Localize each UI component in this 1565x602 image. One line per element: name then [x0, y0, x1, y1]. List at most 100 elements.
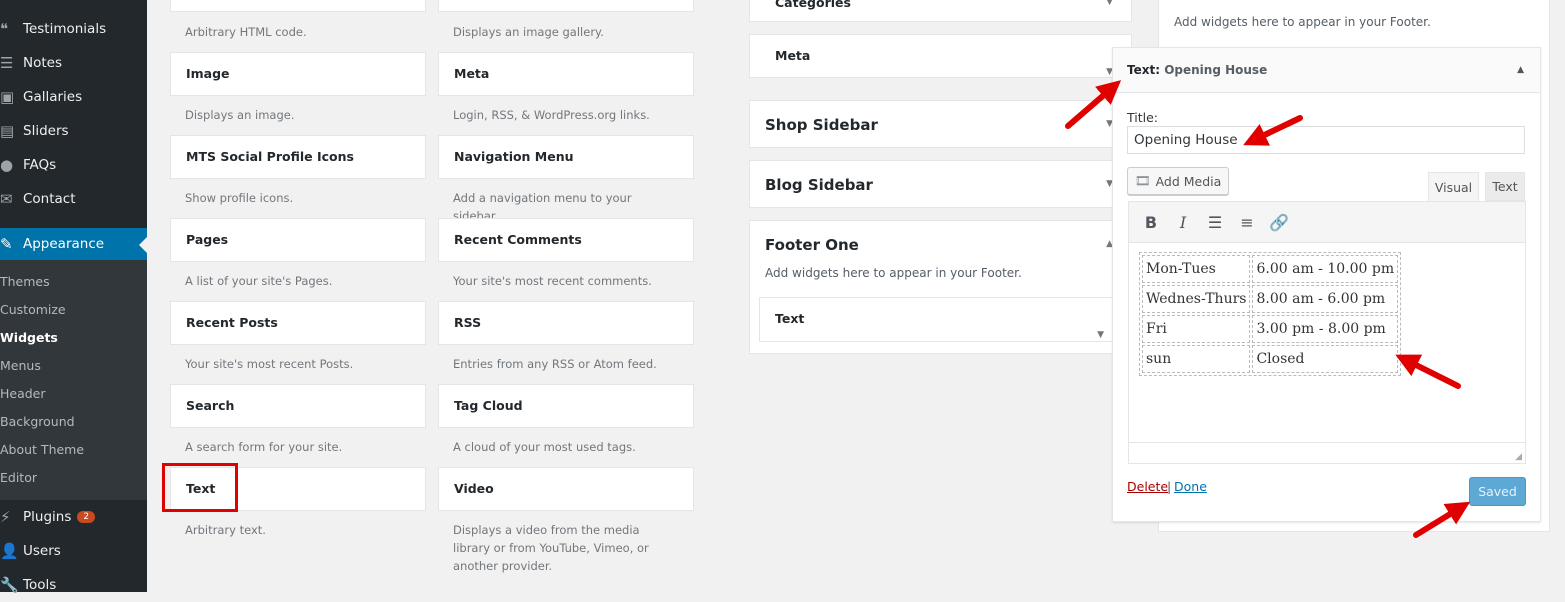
widget-rss[interactable]: RSS: [438, 301, 694, 345]
submenu-editor[interactable]: Editor: [0, 464, 37, 492]
menu-label: Tools: [23, 577, 57, 593]
chevron-down-icon[interactable]: ▼: [1106, 0, 1113, 7]
widget-description: A search form for your site.: [185, 440, 343, 454]
widget-instance-title: Opening House: [1164, 63, 1268, 77]
numbered-list-icon[interactable]: ≡: [1233, 208, 1261, 236]
menu-label: Testimonials: [23, 21, 107, 37]
sidebar-title: Shop Sidebar: [765, 116, 878, 134]
widget-description: Displays a video from the media library …: [453, 523, 649, 573]
submenu-widgets[interactable]: Widgets: [0, 324, 58, 352]
title-label: Title:: [1127, 110, 1158, 125]
menu-testimonials[interactable]: ❝ Testimonials: [0, 12, 147, 46]
widget-custom-html[interactable]: [170, 0, 426, 12]
title-input[interactable]: Opening House: [1127, 126, 1525, 154]
testimonials-icon: ❝: [0, 20, 9, 38]
menu-label: Plugins: [23, 509, 72, 525]
resize-handle-icon[interactable]: ◢: [1515, 452, 1522, 462]
widget-text[interactable]: Text ▼: [759, 297, 1123, 342]
submenu-header[interactable]: Header: [0, 380, 46, 408]
menu-faqs[interactable]: ● FAQs: [0, 148, 147, 182]
bulleted-list-icon[interactable]: ☰: [1201, 208, 1229, 236]
menu-label: FAQs: [23, 157, 57, 173]
menu-label: Gallaries: [23, 89, 83, 105]
submenu-customize[interactable]: Customize: [0, 296, 66, 324]
menu-label: Sliders: [23, 123, 69, 139]
widget-gallery[interactable]: [438, 0, 694, 12]
widget-title: Meta: [775, 48, 811, 63]
widget-description: Displays an image.: [185, 108, 295, 122]
widget-type: Text:: [1127, 63, 1161, 77]
table-cell: sun: [1142, 345, 1251, 373]
separator: |: [1167, 479, 1172, 494]
menu-contact[interactable]: ✉ Contact: [0, 182, 147, 216]
sidebar-title[interactable]: Footer One: [750, 221, 1131, 269]
paintbrush-icon: ✎: [0, 235, 13, 253]
button-label: Add Media: [1155, 173, 1222, 189]
admin-sidebar: ❝ Testimonials ☰ Notes ▣ Gallaries ▤ Sliders…: [0, 0, 147, 594]
widget-description: Login, RSS, & WordPress.org links.: [453, 108, 650, 122]
menu-users[interactable]: 👤 Users: [0, 534, 147, 568]
mail-icon: ✉: [0, 190, 13, 208]
submenu-background[interactable]: Background: [0, 408, 75, 436]
widget-description: Arbitrary text.: [185, 523, 266, 537]
menu-notes[interactable]: ☰ Notes: [0, 46, 147, 80]
table-cell: Wednes-Thurs: [1142, 285, 1251, 313]
delete-link[interactable]: Delete: [1127, 479, 1168, 494]
users-icon: 👤: [0, 542, 19, 560]
table-cell: 6.00 am - 10.00 pm: [1252, 255, 1399, 283]
wrench-icon: 🔧: [0, 576, 19, 594]
editor-content[interactable]: Mon-Tues 6.00 am - 10.00 pm Wednes-Thurs 8…: [1128, 242, 1526, 464]
faq-icon: ●: [0, 156, 14, 174]
menu-label: Contact: [23, 191, 76, 207]
menu-sliders[interactable]: ▤ Sliders: [0, 114, 147, 148]
highlight-box: [162, 463, 238, 512]
widget-header[interactable]: Text: Opening House ▲: [1113, 48, 1540, 93]
editor-toolbar: B I ☰ ≡ 🔗: [1128, 201, 1526, 243]
update-count-badge: 2: [77, 511, 96, 523]
table-row: sun Closed: [1142, 345, 1399, 373]
widget-search[interactable]: Search: [170, 384, 426, 428]
widget-navigation-menu[interactable]: Navigation Menu: [438, 135, 694, 179]
submenu-menus[interactable]: Menus: [0, 352, 41, 380]
bold-icon[interactable]: B: [1137, 208, 1165, 236]
gallery-icon: ▣: [0, 88, 15, 106]
submenu-themes[interactable]: Themes: [0, 268, 50, 296]
widget-description: Displays an image gallery.: [453, 25, 604, 39]
widget-tag-cloud[interactable]: Tag Cloud: [438, 384, 694, 428]
chevron-up-icon[interactable]: ▲: [1517, 48, 1524, 93]
widget-description: Entries from any RSS or Atom feed.: [453, 357, 657, 371]
widget-pages[interactable]: Pages: [170, 218, 426, 262]
widget-description: Arbitrary HTML code.: [185, 25, 307, 39]
sidebar-shop[interactable]: Shop Sidebar ▼: [749, 100, 1132, 148]
menu-plugins[interactable]: ⚡ Plugins 2: [0, 500, 147, 534]
widget-image[interactable]: Image: [170, 52, 426, 96]
widget-categories[interactable]: Categories ▼: [749, 0, 1132, 22]
menu-gallaries[interactable]: ▣ Gallaries: [0, 80, 147, 114]
widget-description: A list of your site's Pages.: [185, 274, 333, 288]
chevron-down-icon[interactable]: ▼: [1097, 314, 1104, 356]
table-row: Fri 3.00 pm - 8.00 pm: [1142, 315, 1399, 343]
tab-visual[interactable]: Visual: [1428, 172, 1479, 202]
table-cell: Fri: [1142, 315, 1251, 343]
sidebar-blog[interactable]: Blog Sidebar ▼: [749, 160, 1132, 208]
widget-video[interactable]: Video: [438, 467, 694, 511]
tab-text[interactable]: Text: [1485, 172, 1525, 201]
media-icon: 🎞: [1134, 173, 1151, 188]
menu-appearance[interactable]: ✎ Appearance: [0, 228, 147, 260]
done-link[interactable]: Done: [1174, 479, 1207, 494]
saved-button[interactable]: Saved: [1469, 477, 1526, 506]
widget-recent-posts[interactable]: Recent Posts: [170, 301, 426, 345]
widget-meta[interactable]: Meta ▼: [749, 34, 1132, 78]
italic-icon[interactable]: I: [1169, 208, 1197, 236]
menu-label: Users: [23, 543, 61, 559]
menu-tools[interactable]: 🔧 Tools: [0, 568, 147, 602]
submenu-about-theme[interactable]: About Theme: [0, 436, 84, 464]
widget-recent-comments[interactable]: Recent Comments: [438, 218, 694, 262]
sidebar-description: Add widgets here to appear in your Foote…: [1174, 15, 1431, 29]
sliders-icon: ▤: [0, 122, 15, 140]
menu-label: Appearance: [23, 236, 105, 252]
link-icon[interactable]: 🔗: [1265, 208, 1293, 236]
add-media-button[interactable]: 🎞 Add Media: [1127, 167, 1229, 195]
widget-meta[interactable]: Meta: [438, 52, 694, 96]
widget-mts-social-profile-icons[interactable]: MTS Social Profile Icons: [170, 135, 426, 179]
